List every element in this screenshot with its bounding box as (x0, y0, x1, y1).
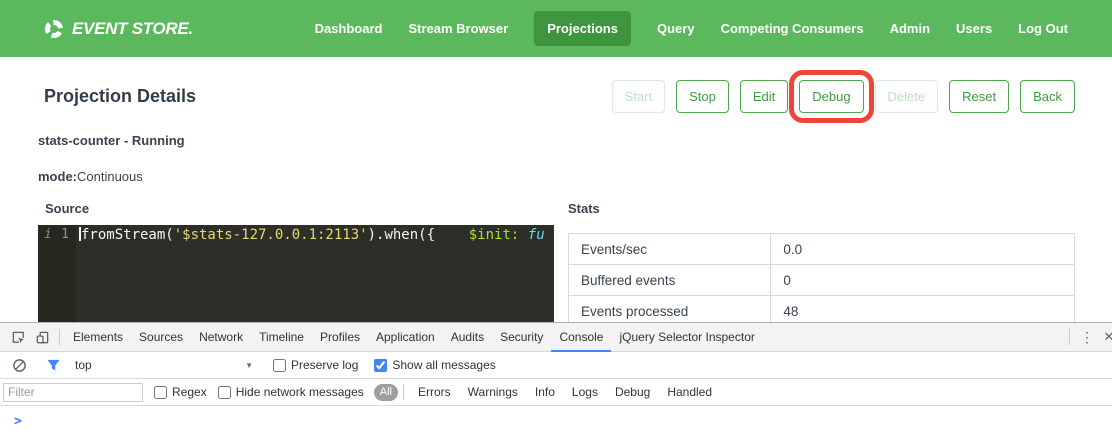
tab-audits[interactable]: Audits (443, 323, 492, 352)
edit-button[interactable]: Edit (740, 80, 788, 113)
start-button[interactable]: Start (612, 80, 665, 113)
regex-checkbox[interactable] (154, 386, 167, 399)
device-toolbar-icon[interactable] (30, 325, 54, 349)
nav-item-logout[interactable]: Log Out (1018, 21, 1068, 36)
stat-label: Events/sec (569, 234, 771, 265)
close-devtools-icon[interactable]: ✕ (1099, 325, 1112, 349)
page-title: Projection Details (44, 86, 196, 107)
more-options-icon[interactable]: ⋮ (1075, 325, 1099, 349)
hide-network-control[interactable]: Hide network messages (218, 385, 364, 399)
mode-label: mode: (38, 169, 77, 184)
back-button[interactable]: Back (1020, 80, 1075, 113)
console-output-area[interactable]: > (0, 406, 1112, 429)
regex-label: Regex (172, 385, 207, 399)
tab-application[interactable]: Application (368, 323, 443, 352)
tab-timeline[interactable]: Timeline (251, 323, 312, 352)
delete-button[interactable]: Delete (875, 80, 939, 113)
stat-value: 0.0 (771, 234, 1075, 265)
preserve-log-control[interactable]: Preserve log (273, 358, 358, 372)
console-prompt-chevron[interactable]: > (14, 414, 22, 429)
filter-debug[interactable]: Debug (615, 385, 650, 399)
mode-value: Continuous (77, 169, 143, 184)
console-toolbar: top ▼ Preserve log Show all messages (0, 352, 1112, 379)
show-all-messages-control[interactable]: Show all messages (374, 358, 495, 372)
toolbar-separator (59, 329, 60, 345)
tab-console[interactable]: Console (551, 323, 611, 352)
table-row: Buffered events 0 (569, 265, 1075, 296)
nav-item-query[interactable]: Query (657, 21, 695, 36)
line-number: 1 (61, 227, 69, 242)
hide-network-label: Hide network messages (236, 385, 364, 399)
hide-network-checkbox[interactable] (218, 386, 231, 399)
nav-item-admin[interactable]: Admin (890, 21, 930, 36)
stat-value: 0 (771, 265, 1075, 296)
filter-handled[interactable]: Handled (667, 385, 712, 399)
source-code-editor[interactable]: i 1 fromStream('$stats-127.0.0.1:2113').… (38, 225, 554, 330)
debug-button[interactable]: Debug (799, 80, 863, 113)
clear-console-icon[interactable] (7, 353, 31, 377)
title-row: Projection Details Start Stop Edit Debug… (38, 78, 1075, 114)
execution-context-selector[interactable]: top ▼ (75, 358, 253, 372)
code-plain: ).when({ (368, 227, 469, 243)
show-all-messages-label: Show all messages (392, 358, 495, 372)
tab-network[interactable]: Network (191, 323, 251, 352)
stop-button[interactable]: Stop (676, 80, 729, 113)
source-heading: Source (45, 201, 554, 216)
console-filter-bar: Regex Hide network messages All Errors W… (0, 379, 1112, 406)
context-value: top (75, 358, 92, 372)
annotation-info-icon: i (44, 227, 52, 242)
code-string: '$stats-127.0.0.1:2113' (174, 227, 368, 243)
top-navbar: EVENT STORE. Dashboard Stream Browser Pr… (0, 0, 1112, 57)
code-function: fu (528, 227, 545, 243)
tab-elements[interactable]: Elements (65, 323, 131, 352)
toolbar-separator (1069, 329, 1070, 345)
filter-icon[interactable] (41, 353, 65, 377)
tab-jquery-selector-inspector[interactable]: jQuery Selector Inspector (611, 323, 762, 352)
toolbar-separator (403, 384, 404, 400)
mode-line: mode:Continuous (38, 169, 1075, 184)
action-buttons: Start Stop Edit Debug Delete Reset Back (612, 80, 1075, 113)
stat-label: Buffered events (569, 265, 771, 296)
nav-menu: Dashboard Stream Browser Projections Que… (315, 11, 1068, 46)
nav-item-stream-browser[interactable]: Stream Browser (408, 21, 508, 36)
filter-errors[interactable]: Errors (418, 385, 451, 399)
filter-info[interactable]: Info (535, 385, 555, 399)
tab-security[interactable]: Security (492, 323, 551, 352)
devtools-panel: Elements Sources Network Timeline Profil… (0, 322, 1112, 440)
main-content: Projection Details Start Stop Edit Debug… (0, 78, 1112, 358)
code-plain: fromStream( (81, 227, 174, 243)
filter-logs[interactable]: Logs (572, 385, 598, 399)
table-row: Events/sec 0.0 (569, 234, 1075, 265)
regex-control[interactable]: Regex (154, 385, 207, 399)
nav-item-competing-consumers[interactable]: Competing Consumers (721, 21, 864, 36)
filter-warnings[interactable]: Warnings (468, 385, 518, 399)
inspect-element-icon[interactable] (6, 325, 30, 349)
code-line[interactable]: fromStream('$stats-127.0.0.1:2113').when… (76, 225, 554, 330)
code-plain (519, 227, 527, 243)
editor-gutter: i 1 (38, 225, 76, 330)
preserve-log-label: Preserve log (291, 358, 358, 372)
projection-name-status: stats-counter - Running (38, 133, 1075, 148)
reset-button[interactable]: Reset (949, 80, 1009, 113)
stats-heading: Stats (568, 201, 1075, 216)
log-level-filters: Errors Warnings Info Logs Debug Handled (418, 385, 712, 399)
devtools-tabbar: Elements Sources Network Timeline Profil… (0, 323, 1112, 352)
all-filter-badge[interactable]: All (374, 384, 398, 401)
tab-sources[interactable]: Sources (131, 323, 191, 352)
eventstore-logo[interactable]: EVENT STORE. (45, 19, 193, 39)
filter-input[interactable] (3, 383, 143, 402)
code-keyword: $init: (469, 227, 520, 243)
chevron-down-icon: ▼ (245, 361, 253, 370)
preserve-log-checkbox[interactable] (273, 359, 286, 372)
devtools-right-controls: ⋮ ✕ (1064, 325, 1112, 349)
eventstore-ring-icon (45, 20, 63, 38)
show-all-messages-checkbox[interactable] (374, 359, 387, 372)
nav-item-users[interactable]: Users (956, 21, 992, 36)
brand-text: EVENT STORE. (72, 19, 193, 39)
nav-item-dashboard[interactable]: Dashboard (315, 21, 383, 36)
tab-profiles[interactable]: Profiles (312, 323, 368, 352)
nav-item-projections[interactable]: Projections (534, 11, 631, 46)
